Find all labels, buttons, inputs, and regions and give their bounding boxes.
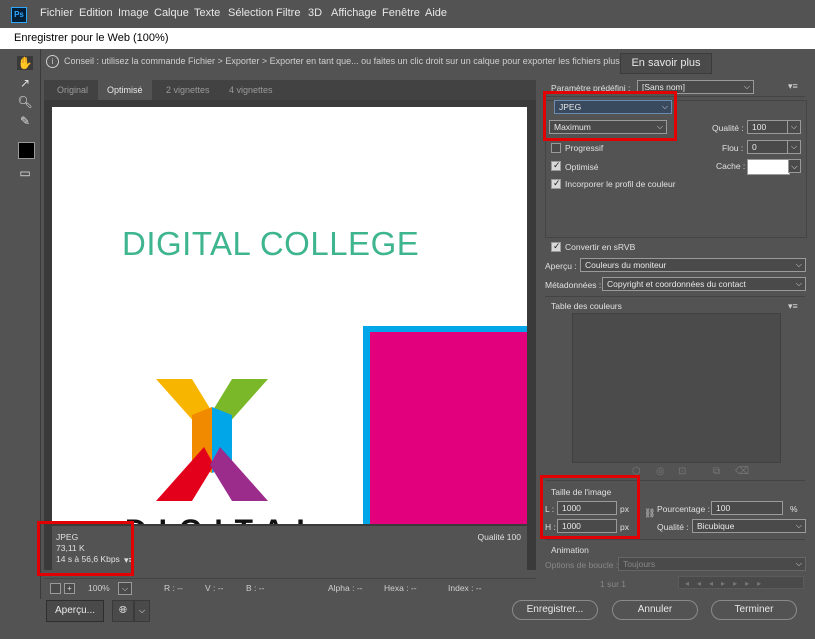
- digital-college-logo-icon: [156, 379, 268, 501]
- trash-icon[interactable]: ⌫: [735, 466, 749, 477]
- animation-title: Animation: [551, 545, 589, 555]
- convert-srgb-checkbox[interactable]: [551, 241, 561, 252]
- menu-aide[interactable]: Aide: [425, 7, 447, 19]
- divider: [545, 296, 805, 297]
- percent-input[interactable]: 100: [711, 501, 783, 515]
- quality-label: Qualité :: [712, 123, 744, 133]
- status-alpha: Alpha : --: [328, 583, 363, 593]
- preview-dropdown[interactable]: Couleurs du moniteur ⌵: [580, 258, 806, 272]
- zoom-level[interactable]: 100%: [88, 583, 110, 593]
- highlight-format-box: [543, 91, 677, 141]
- tab-4-up[interactable]: 4 vignettes: [220, 80, 282, 100]
- preset-menu-icon[interactable]: ▾≡: [788, 81, 798, 92]
- divider: [545, 539, 805, 540]
- zoom-in-icon[interactable]: +: [64, 583, 75, 594]
- metadata-label: Métadonnées :: [545, 280, 602, 290]
- zoom-out-icon[interactable]: [50, 583, 61, 594]
- matte-label: Cache :: [716, 161, 746, 171]
- color-table-title: Table des couleurs: [551, 301, 622, 311]
- menu-filtre[interactable]: Filtre: [276, 7, 300, 19]
- view-tabs: Original Optimisé 2 vignettes 4 vignette…: [44, 80, 536, 100]
- preview-button[interactable]: Aperçu...: [46, 600, 104, 622]
- preview-headline: DIGITAL COLLEGE: [122, 225, 420, 262]
- status-index: Index : --: [448, 583, 482, 593]
- tab-2-up[interactable]: 2 vignettes: [157, 80, 219, 100]
- color-table-menu-icon[interactable]: ▾≡: [788, 301, 798, 312]
- tab-original[interactable]: Original: [48, 80, 97, 100]
- zoom-dropdown-icon[interactable]: ⌵: [118, 582, 132, 595]
- frame-counter: 1 sur 1: [600, 579, 626, 589]
- menu-texte[interactable]: Texte: [194, 7, 220, 19]
- link-proportions-icon[interactable]: ⛓: [644, 508, 655, 519]
- percent-label: Pourcentage :: [657, 504, 710, 514]
- menu-fenetre[interactable]: Fenêtre: [382, 7, 420, 19]
- browser-preview-icon[interactable]: 🌐︎: [112, 600, 134, 622]
- tool-column: [10, 49, 41, 599]
- add-color-icon[interactable]: ⧉: [713, 466, 720, 477]
- menu-calque[interactable]: Calque: [154, 7, 189, 19]
- slice-select-tool-icon[interactable]: ↗: [17, 76, 33, 90]
- optimized-label: Optimisé: [565, 162, 599, 172]
- preview-pink-rectangle: [363, 326, 527, 524]
- menu-fichier[interactable]: Fichier: [40, 7, 73, 19]
- web-shift-icon[interactable]: ◎: [656, 466, 665, 477]
- color-table-area: [572, 313, 781, 463]
- menu-image[interactable]: Image: [118, 7, 149, 19]
- status-v: V : --: [205, 583, 224, 593]
- lock-color-icon[interactable]: ⊡: [678, 466, 686, 477]
- menu-edition[interactable]: Edition: [79, 7, 113, 19]
- highlight-info-box: [37, 521, 134, 576]
- animation-controls[interactable]: ◂◂◂▸▸▸▸: [678, 576, 804, 589]
- status-b: B : --: [246, 583, 265, 593]
- info-quality: Qualité 100: [477, 532, 521, 542]
- status-hexa: Hexa : --: [384, 583, 417, 593]
- embed-profile-label: Incorporer le profil de couleur: [565, 179, 676, 189]
- matte-color-swatch[interactable]: [747, 159, 790, 175]
- eyedropper-tool-icon[interactable]: ✎: [17, 114, 33, 128]
- matte-dropdown-icon[interactable]: ⌵: [788, 159, 801, 173]
- convert-srgb-label: Convertir en sRVB: [565, 242, 636, 252]
- toggle-slices-icon[interactable]: ▭: [17, 166, 33, 180]
- quality-input[interactable]: 100 ⌵: [747, 120, 801, 134]
- embed-profile-checkbox[interactable]: [551, 178, 561, 189]
- tab-optimized[interactable]: Optimisé: [98, 80, 152, 100]
- eyedropper-color-swatch[interactable]: [18, 142, 35, 159]
- done-button[interactable]: Terminer: [711, 600, 797, 620]
- image-preview[interactable]: DIGITAL COLLEGE DIGITAL: [52, 107, 527, 524]
- menu-selection[interactable]: Sélection: [228, 7, 273, 19]
- preview-partial-text: DIGITAL: [125, 514, 327, 524]
- loop-label: Options de boucle :: [545, 560, 619, 570]
- browser-dropdown-icon[interactable]: ⌵: [134, 600, 150, 622]
- hint-bar: i Conseil : utilisez la commande Fichier…: [40, 53, 670, 71]
- hint-text: Conseil : utilisez la commande Fichier >…: [64, 56, 670, 66]
- loop-dropdown[interactable]: Toujours ⌵: [618, 557, 806, 571]
- hand-tool-icon[interactable]: ✋: [17, 56, 33, 70]
- blur-label: Flou :: [722, 143, 744, 153]
- cancel-button[interactable]: Annuler: [612, 600, 698, 620]
- percent-unit: %: [790, 504, 798, 514]
- zoom-tool-icon[interactable]: 🔍︎: [17, 95, 33, 109]
- status-r: R : --: [164, 583, 183, 593]
- status-bar: + 100% ⌵ R : -- V : -- B : -- Alpha : --…: [44, 578, 536, 597]
- optimized-checkbox[interactable]: [551, 160, 561, 171]
- menu-bar: Ps Fichier Edition Image Calque Texte Sé…: [0, 0, 815, 28]
- menu-affichage[interactable]: Affichage: [331, 7, 377, 19]
- blur-input[interactable]: 0 ⌵: [747, 140, 801, 154]
- menu-3d[interactable]: 3D: [308, 7, 322, 19]
- preview-label: Aperçu :: [545, 261, 577, 271]
- progressive-checkbox[interactable]: [551, 143, 561, 153]
- photoshop-logo-icon: Ps: [11, 7, 27, 23]
- dialog-title: Enregistrer pour le Web (100%): [14, 32, 169, 44]
- save-button[interactable]: Enregistrer...: [512, 600, 598, 620]
- info-icon: i: [46, 55, 59, 68]
- highlight-image-size-box: [540, 475, 640, 539]
- learn-more-button[interactable]: En savoir plus: [620, 53, 712, 74]
- progressive-label: Progressif: [565, 143, 604, 153]
- resample-label: Qualité :: [657, 522, 689, 532]
- metadata-dropdown[interactable]: Copyright et coordonnées du contact ⌵: [602, 277, 806, 291]
- resample-dropdown[interactable]: Bicubique ⌵: [692, 519, 806, 533]
- dialog-title-bar: Enregistrer pour le Web (100%): [0, 28, 815, 49]
